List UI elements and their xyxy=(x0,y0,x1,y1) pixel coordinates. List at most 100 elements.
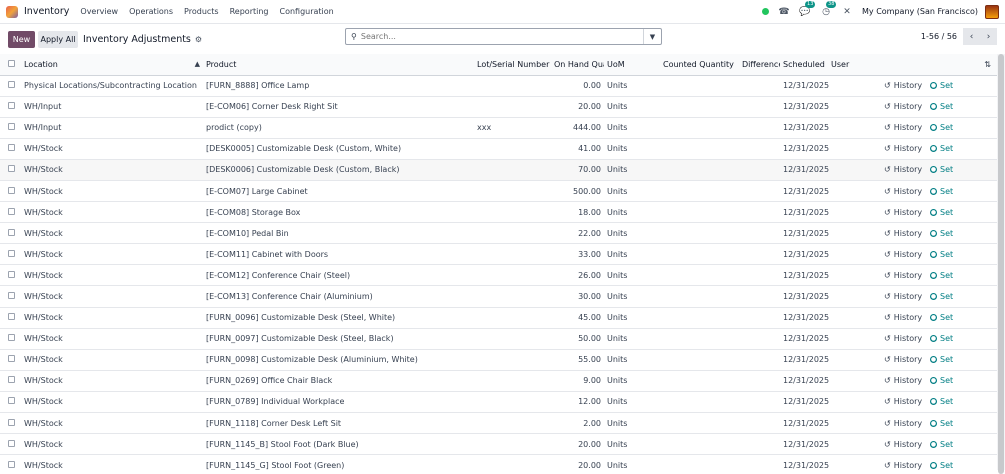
product-cell[interactable]: [DESK0006] Customizable Desk (Custom, Bl… xyxy=(203,159,474,181)
header-difference[interactable]: Difference xyxy=(739,54,780,76)
scheduled-date-cell[interactable]: 12/31/2025 xyxy=(780,349,884,371)
set-cell[interactable]: ● Set xyxy=(924,138,997,160)
counted-cell[interactable] xyxy=(660,370,739,392)
history-button[interactable]: ↺ History xyxy=(884,144,922,153)
counted-cell[interactable] xyxy=(660,75,739,97)
row-checkbox[interactable] xyxy=(8,123,15,131)
history-button[interactable]: ↺ History xyxy=(884,102,922,111)
row-checkbox[interactable] xyxy=(8,228,15,236)
product-cell[interactable]: [E-COM10] Pedal Bin xyxy=(203,222,474,245)
table-row[interactable]: WH/Stock [DESK0006] Customizable Desk (Cu… xyxy=(0,159,997,181)
row-checkbox[interactable] xyxy=(8,291,15,299)
set-button[interactable]: ● Set xyxy=(930,461,953,470)
lot-cell[interactable] xyxy=(474,180,551,203)
lot-cell[interactable] xyxy=(474,264,551,287)
history-button[interactable]: ↺ History xyxy=(884,81,922,90)
row-select-cell[interactable] xyxy=(0,328,21,350)
counted-cell[interactable] xyxy=(660,412,739,435)
row-checkbox[interactable] xyxy=(8,144,15,152)
menu-operations[interactable]: Operations xyxy=(129,7,173,16)
product-cell[interactable]: [FURN_1118] Corner Desk Left Sit xyxy=(203,412,474,435)
counted-cell[interactable] xyxy=(660,349,739,371)
scheduled-date-cell[interactable]: 12/31/2025 xyxy=(780,433,884,456)
set-button[interactable]: ● Set xyxy=(930,419,953,428)
header-uom[interactable]: UoM xyxy=(604,54,660,76)
counted-cell[interactable] xyxy=(660,391,739,414)
set-cell[interactable]: ● Set xyxy=(924,391,997,414)
pager-next-button[interactable]: › xyxy=(980,28,997,45)
set-cell[interactable]: ● Set xyxy=(924,75,997,97)
history-cell[interactable]: ↺ History xyxy=(884,391,924,414)
history-cell[interactable]: ↺ History xyxy=(884,96,924,118)
table-row[interactable]: Physical Locations/Subcontracting Locati… xyxy=(0,75,997,97)
header-on-hand[interactable]: On Hand Quantity xyxy=(551,54,604,76)
set-button[interactable]: ● Set xyxy=(930,123,953,132)
set-cell[interactable]: ● Set xyxy=(924,285,997,308)
lot-cell[interactable] xyxy=(474,370,551,392)
pager-value[interactable]: 1-56 / 56 xyxy=(921,32,957,41)
counted-cell[interactable] xyxy=(660,180,739,203)
set-button[interactable]: ● Set xyxy=(930,397,953,406)
history-cell[interactable]: ↺ History xyxy=(884,285,924,308)
history-button[interactable]: ↺ History xyxy=(884,440,922,449)
counted-cell[interactable] xyxy=(660,243,739,266)
set-cell[interactable]: ● Set xyxy=(924,264,997,287)
scheduled-date-cell[interactable]: 12/31/2025 xyxy=(780,391,884,414)
history-cell[interactable]: ↺ History xyxy=(884,117,924,139)
set-button[interactable]: ● Set xyxy=(930,81,953,90)
counted-cell[interactable] xyxy=(660,117,739,139)
header-lot[interactable]: Lot/Serial Number xyxy=(474,54,551,76)
scheduled-date-cell[interactable]: 12/31/2025 xyxy=(780,243,884,266)
history-button[interactable]: ↺ History xyxy=(884,355,922,364)
history-button[interactable]: ↺ History xyxy=(884,397,922,406)
lot-cell[interactable] xyxy=(474,391,551,414)
history-cell[interactable]: ↺ History xyxy=(884,307,924,329)
history-cell[interactable]: ↺ History xyxy=(884,349,924,371)
table-row[interactable]: WH/Stock [FURN_0098] Customizable Desk (A… xyxy=(0,349,997,371)
row-select-cell[interactable] xyxy=(0,264,21,287)
set-button[interactable]: ● Set xyxy=(930,187,953,196)
product-cell[interactable]: [FURN_0096] Customizable Desk (Steel, Wh… xyxy=(203,307,474,329)
history-button[interactable]: ↺ History xyxy=(884,334,922,343)
set-button[interactable]: ● Set xyxy=(930,313,953,322)
select-all-checkbox[interactable] xyxy=(8,59,15,67)
row-select-cell[interactable] xyxy=(0,243,21,266)
set-button[interactable]: ● Set xyxy=(930,376,953,385)
header-scheduled[interactable]: Scheduled Date xyxy=(780,54,828,76)
set-cell[interactable]: ● Set xyxy=(924,349,997,371)
history-cell[interactable]: ↺ History xyxy=(884,412,924,435)
scheduled-date-cell[interactable]: 12/31/2025 xyxy=(780,370,884,392)
product-cell[interactable]: prodict (copy) xyxy=(203,117,474,139)
table-row[interactable]: WH/Stock [DESK0005] Customizable Desk (Cu… xyxy=(0,138,997,160)
lot-cell[interactable] xyxy=(474,307,551,329)
counted-cell[interactable] xyxy=(660,222,739,245)
row-checkbox[interactable] xyxy=(8,376,15,384)
row-select-cell[interactable] xyxy=(0,433,21,456)
menu-products[interactable]: Products xyxy=(184,7,219,16)
gear-icon[interactable]: ⚙ xyxy=(195,35,202,44)
history-cell[interactable]: ↺ History xyxy=(884,222,924,245)
row-select-cell[interactable] xyxy=(0,307,21,329)
row-checkbox[interactable] xyxy=(8,313,15,321)
location-cell[interactable]: WH/Stock xyxy=(21,264,203,287)
table-row[interactable]: WH/Stock [FURN_0269] Office Chair Black 9.… xyxy=(0,370,997,392)
location-cell[interactable]: WH/Stock xyxy=(21,370,203,392)
counted-cell[interactable] xyxy=(660,433,739,456)
header-optional-columns[interactable]: ⇅ xyxy=(924,54,997,76)
header-location[interactable]: Location ▲ xyxy=(21,54,203,76)
lot-cell[interactable] xyxy=(474,454,551,470)
table-row[interactable]: WH/Stock [FURN_0096] Customizable Desk (S… xyxy=(0,307,997,329)
app-name[interactable]: Inventory xyxy=(24,6,69,17)
lot-cell[interactable] xyxy=(474,433,551,456)
history-cell[interactable]: ↺ History xyxy=(884,454,924,470)
product-cell[interactable]: [FURN_1145_G] Stool Foot (Green) xyxy=(203,454,474,470)
history-button[interactable]: ↺ History xyxy=(884,229,922,238)
history-button[interactable]: ↺ History xyxy=(884,187,922,196)
scheduled-date-cell[interactable]: 12/31/2025 xyxy=(780,75,884,97)
set-button[interactable]: ● Set xyxy=(930,440,953,449)
history-button[interactable]: ↺ History xyxy=(884,313,922,322)
optional-columns-icon[interactable]: ⇅ xyxy=(984,60,991,69)
row-select-cell[interactable] xyxy=(0,222,21,245)
scheduled-date-cell[interactable]: 12/31/2025 xyxy=(780,222,884,245)
history-cell[interactable]: ↺ History xyxy=(884,264,924,287)
